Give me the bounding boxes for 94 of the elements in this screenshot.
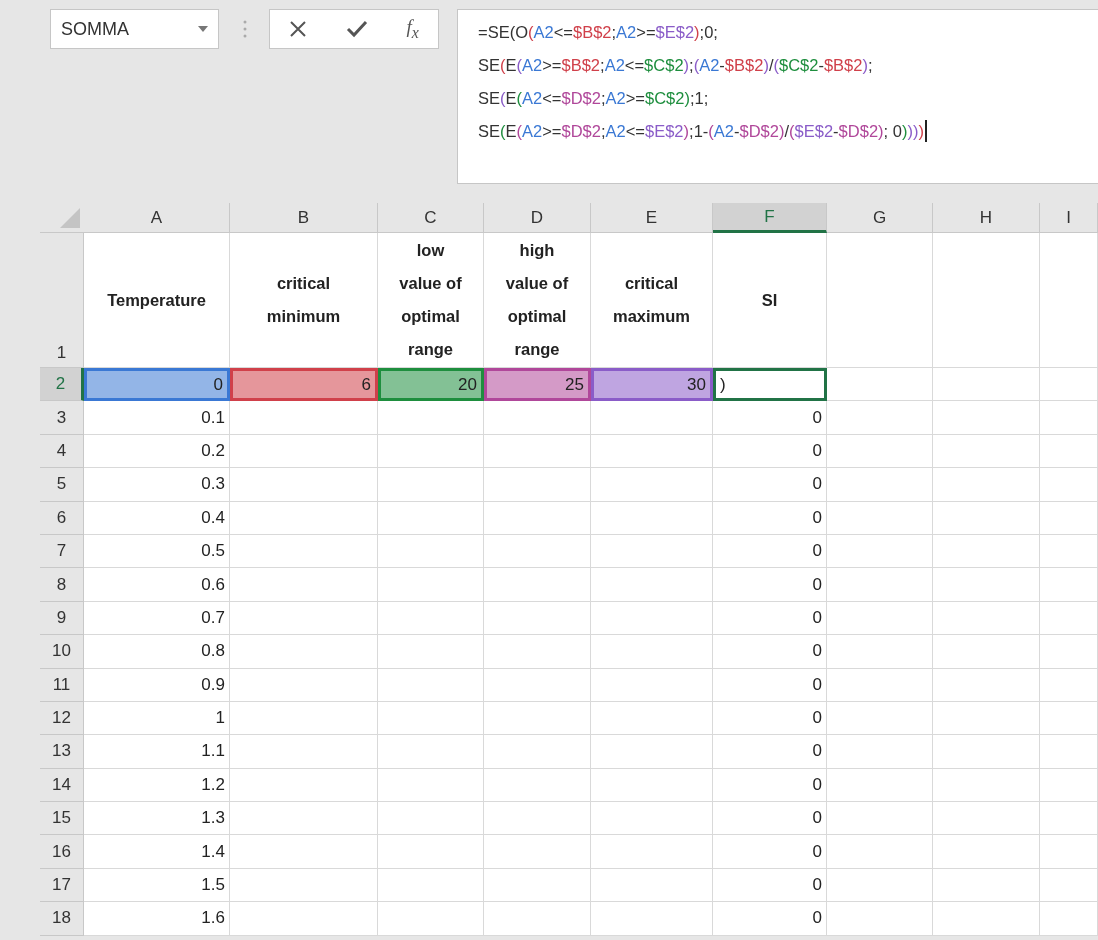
table-cell: 1.2 bbox=[84, 768, 230, 803]
table-cell: 0 bbox=[713, 401, 827, 435]
table-cell bbox=[1040, 568, 1098, 602]
grip-icon bbox=[243, 19, 247, 39]
table-cell: 0.4 bbox=[84, 501, 230, 535]
table-cell bbox=[1040, 735, 1098, 769]
table-cell[interactable]: 30 bbox=[591, 368, 713, 402]
row-header[interactable]: 17 bbox=[40, 868, 84, 903]
table-cell: 0 bbox=[713, 768, 827, 803]
row-header[interactable]: 8 bbox=[40, 568, 84, 602]
table-cell bbox=[1040, 501, 1098, 535]
table-cell[interactable]: 25 bbox=[484, 368, 591, 402]
table-cell: 0 bbox=[713, 668, 827, 702]
row-header[interactable]: 14 bbox=[40, 768, 84, 803]
table-cell: 0 bbox=[713, 802, 827, 836]
table-cell bbox=[1040, 401, 1098, 435]
table-cell: 0 bbox=[713, 434, 827, 469]
column-header[interactable]: I bbox=[1040, 203, 1098, 233]
row-header[interactable]: 16 bbox=[40, 835, 84, 869]
table-cell: 0 bbox=[713, 534, 827, 569]
column-header[interactable]: H bbox=[933, 203, 1040, 233]
formula-line: SE(E(A2<=$D$2;A2>=$C$2);1; bbox=[478, 88, 709, 109]
table-cell bbox=[1040, 368, 1098, 402]
row-header[interactable]: 6 bbox=[40, 501, 84, 535]
table-cell bbox=[1040, 802, 1098, 836]
column-header[interactable]: B bbox=[230, 203, 378, 233]
table-cell bbox=[1040, 868, 1098, 903]
table-cell[interactable]: 0 bbox=[84, 368, 230, 402]
column-header[interactable]: A bbox=[84, 203, 230, 233]
table-cell: 0 bbox=[713, 735, 827, 769]
formula-line: SE(E(A2>=$B$2;A2<=$C$2);(A2-$B$2)/($C$2-$B$2); bbox=[478, 55, 873, 76]
row-header[interactable]: 18 bbox=[40, 902, 84, 936]
table-cell bbox=[1040, 434, 1098, 469]
table-cell[interactable]: 6 bbox=[230, 368, 378, 402]
table-cell: 0.7 bbox=[84, 601, 230, 636]
table-cell: 0.6 bbox=[84, 568, 230, 602]
table-cell: 0.1 bbox=[84, 401, 230, 435]
column-header[interactable]: F bbox=[713, 203, 827, 233]
table-cell: 1.6 bbox=[84, 902, 230, 936]
table-cell: SI bbox=[713, 233, 827, 368]
table-cell: 0 bbox=[713, 835, 827, 869]
table-cell bbox=[1040, 468, 1098, 502]
table-cell: 1.4 bbox=[84, 835, 230, 869]
table-cell: 0 bbox=[713, 468, 827, 502]
row-header[interactable]: 4 bbox=[40, 434, 84, 469]
table-cell: 1 bbox=[84, 701, 230, 736]
column-header[interactable]: D bbox=[484, 203, 591, 233]
table-cell bbox=[1040, 534, 1098, 569]
formula-line: =SE(O(A2<=$B$2;A2>=$E$2);0; bbox=[478, 22, 718, 43]
row-header[interactable]: 7 bbox=[40, 534, 84, 569]
column-header[interactable]: E bbox=[591, 203, 713, 233]
table-cell bbox=[1040, 768, 1098, 803]
table-cell: 1.5 bbox=[84, 868, 230, 903]
check-icon[interactable] bbox=[345, 20, 368, 38]
name-box[interactable]: SOMMA bbox=[50, 9, 219, 49]
row-header[interactable]: 2 bbox=[40, 368, 84, 402]
cancel-icon[interactable] bbox=[289, 20, 308, 38]
table-cell: 0 bbox=[713, 568, 827, 602]
table-cell bbox=[1040, 701, 1098, 736]
table-cell: 0 bbox=[713, 635, 827, 669]
dropdown-caret-icon bbox=[198, 26, 208, 32]
table-cell: 1.3 bbox=[84, 802, 230, 836]
row-header[interactable]: 5 bbox=[40, 468, 84, 502]
table-cell: 1.1 bbox=[84, 735, 230, 769]
table-cell: 0 bbox=[713, 868, 827, 903]
row-header[interactable]: 10 bbox=[40, 635, 84, 669]
row-header[interactable]: 3 bbox=[40, 401, 84, 435]
table-cell bbox=[1040, 902, 1098, 936]
insert-function-button[interactable]: f$_{x}$ bbox=[406, 16, 419, 42]
active-cell[interactable]: ) bbox=[713, 368, 827, 402]
table-cell: 0.5 bbox=[84, 534, 230, 569]
table-cell bbox=[1040, 635, 1098, 669]
table-cell: 0.8 bbox=[84, 635, 230, 669]
column-header[interactable]: G bbox=[827, 203, 933, 233]
table-cell: 0 bbox=[713, 902, 827, 936]
row-header[interactable]: 9 bbox=[40, 601, 84, 636]
table-cell: 0 bbox=[713, 501, 827, 535]
row-header[interactable]: 11 bbox=[40, 668, 84, 702]
row-header[interactable]: 12 bbox=[40, 701, 84, 736]
table-cell: 0 bbox=[713, 701, 827, 736]
formula-field[interactable]: =SE(O(A2<=$B$2;A2>=$E$2);0; SE(E(A2>=$B$2;A2<=$C$2);(A2-$B$2)/($C$2-$B$2); SE(E(A2<=$D$2;A2>=$C$2);1; SE(E(A2>=$D$2;A2<=$E$2);1-(A2-$D$2)/($E$2-$D$2); 0)))) bbox=[457, 9, 1098, 184]
column-header[interactable]: C bbox=[378, 203, 484, 233]
row-header[interactable]: 15 bbox=[40, 802, 84, 836]
table-cell: 0.2 bbox=[84, 434, 230, 469]
table-cell bbox=[1040, 835, 1098, 869]
table-cell[interactable]: 20 bbox=[378, 368, 484, 402]
row-header[interactable]: 13 bbox=[40, 735, 84, 769]
table-cell: 0.9 bbox=[84, 668, 230, 702]
table-cell: 0 bbox=[713, 601, 827, 636]
row-header[interactable]: 1 bbox=[40, 233, 84, 368]
table-cell: 0.3 bbox=[84, 468, 230, 502]
table-cell bbox=[1040, 668, 1098, 702]
formula-line: SE(E(A2>=$D$2;A2<=$E$2);1-(A2-$D$2)/($E$2-$D$2); 0)))) bbox=[478, 120, 927, 142]
table-cell bbox=[1040, 601, 1098, 636]
